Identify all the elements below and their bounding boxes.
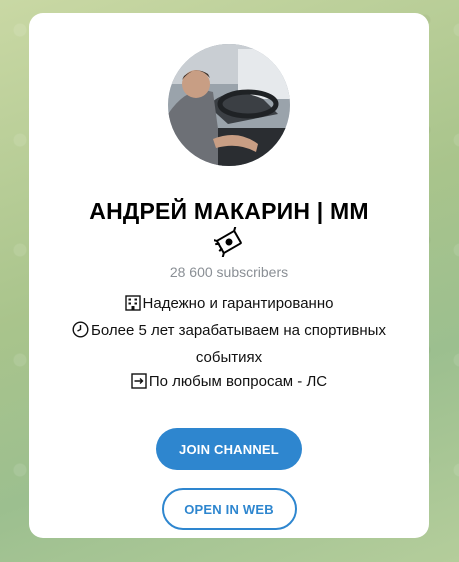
join-channel-button[interactable]: JOIN CHANNEL [156,428,302,470]
description-line: Более 5 лет зарабатываем на спортивных с… [49,319,409,370]
clock-icon [72,321,89,346]
channel-title: АНДРЕЙ МАКАРИН | ММ [89,198,369,224]
description-line: По любым вопросам - ЛС [49,370,409,397]
open-in-web-button[interactable]: OPEN IN WEB [161,488,297,530]
description-line-1: Надежно и гарантированно [142,295,334,312]
arrow-right-box-icon [131,373,147,397]
description-line-3: По любым вопросам - ЛС [148,373,328,390]
avatar-photo [168,44,290,166]
office-building-icon [124,295,141,319]
channel-description: Надежно и гарантированно Более 5 лет зар… [49,292,409,397]
channel-preview-card: АНДРЕЙ МАКАРИН | ММ 28 600 subscribers Н… [29,13,429,538]
description-line: Надежно и гарантированно [49,292,409,319]
subscriber-count: 28 600 subscribers [169,264,289,280]
channel-avatar [168,44,290,166]
description-line-2: Более 5 лет зарабатываем на спортивных с… [91,322,386,366]
money-with-wings-icon [211,225,244,259]
